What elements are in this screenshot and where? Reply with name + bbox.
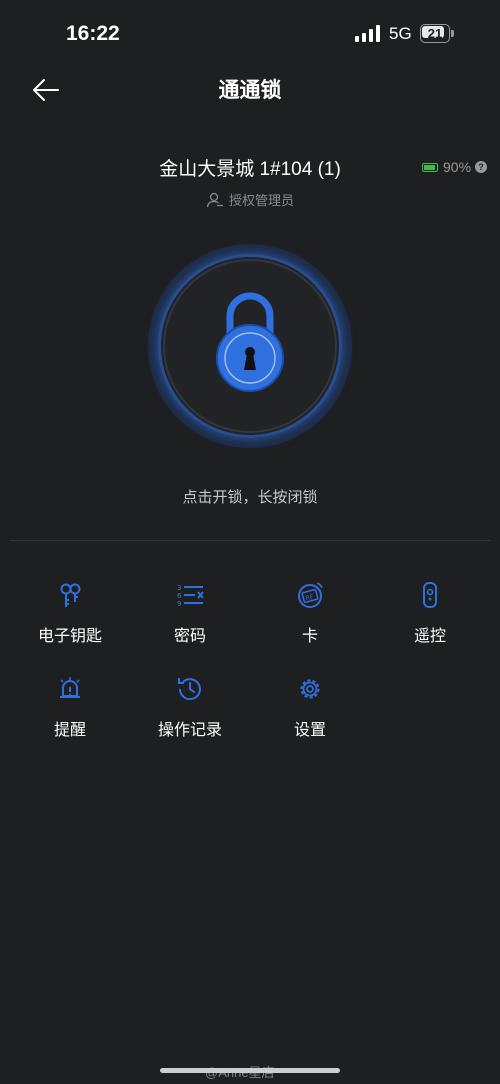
unlock-hint: 点击开锁，长按闭锁 <box>182 489 318 506</box>
feature-alert[interactable]: 提醒 <box>10 674 130 754</box>
feature-settings[interactable]: 设置 <box>250 674 370 754</box>
feature-label: 遥控 <box>413 628 446 645</box>
divider <box>10 540 490 541</box>
password-icon: 3 6 9 <box>177 584 204 608</box>
svg-text:6: 6 <box>177 592 182 600</box>
unlock-button[interactable] <box>148 244 352 448</box>
feature-remote[interactable]: 遥控 <box>370 580 490 660</box>
feature-label: 卡 <box>301 628 318 645</box>
svg-text:9: 9 <box>177 600 181 608</box>
feature-password[interactable]: 3 6 9 密码 <box>130 580 250 660</box>
nav-bar: 通通锁 <box>0 64 500 114</box>
network-type: 5G <box>389 24 412 43</box>
feature-label: 设置 <box>293 722 326 739</box>
watermark: @Anne星店 <box>205 1065 275 1080</box>
lock-battery-level: 90% <box>443 159 472 175</box>
feature-label: 操作记录 <box>157 722 222 739</box>
signal-icon <box>355 25 380 42</box>
battery-indicator: 21 <box>420 24 454 43</box>
feature-label: 电子钥匙 <box>37 628 102 645</box>
page-title: 通通锁 <box>218 79 282 102</box>
user-role: 授权管理员 <box>0 190 500 209</box>
help-icon[interactable]: ? <box>475 161 488 173</box>
settings-icon <box>300 679 320 699</box>
history-icon <box>178 678 201 701</box>
user-icon <box>206 192 223 207</box>
feature-ekey[interactable]: 电子钥匙 <box>10 580 130 660</box>
alarm-bell-icon <box>60 677 80 698</box>
feature-label: 密码 <box>173 628 206 645</box>
feature-label: 提醒 <box>53 722 86 739</box>
feature-records[interactable]: 操作记录 <box>130 674 250 754</box>
card-icon: RF <box>298 582 323 608</box>
key-icon <box>60 583 81 607</box>
role-label: 授权管理员 <box>228 193 294 208</box>
remote-icon <box>423 582 437 608</box>
battery-level: 21 <box>427 26 443 41</box>
status-bar: 16:22 5G 21 <box>0 0 500 68</box>
padlock-icon <box>216 292 284 392</box>
lock-battery[interactable]: 90% ? <box>422 158 488 176</box>
feature-card[interactable]: RF 卡 <box>250 580 370 660</box>
svg-text:3: 3 <box>177 584 181 592</box>
battery-icon <box>422 162 438 172</box>
status-time: 16:22 <box>66 22 120 45</box>
